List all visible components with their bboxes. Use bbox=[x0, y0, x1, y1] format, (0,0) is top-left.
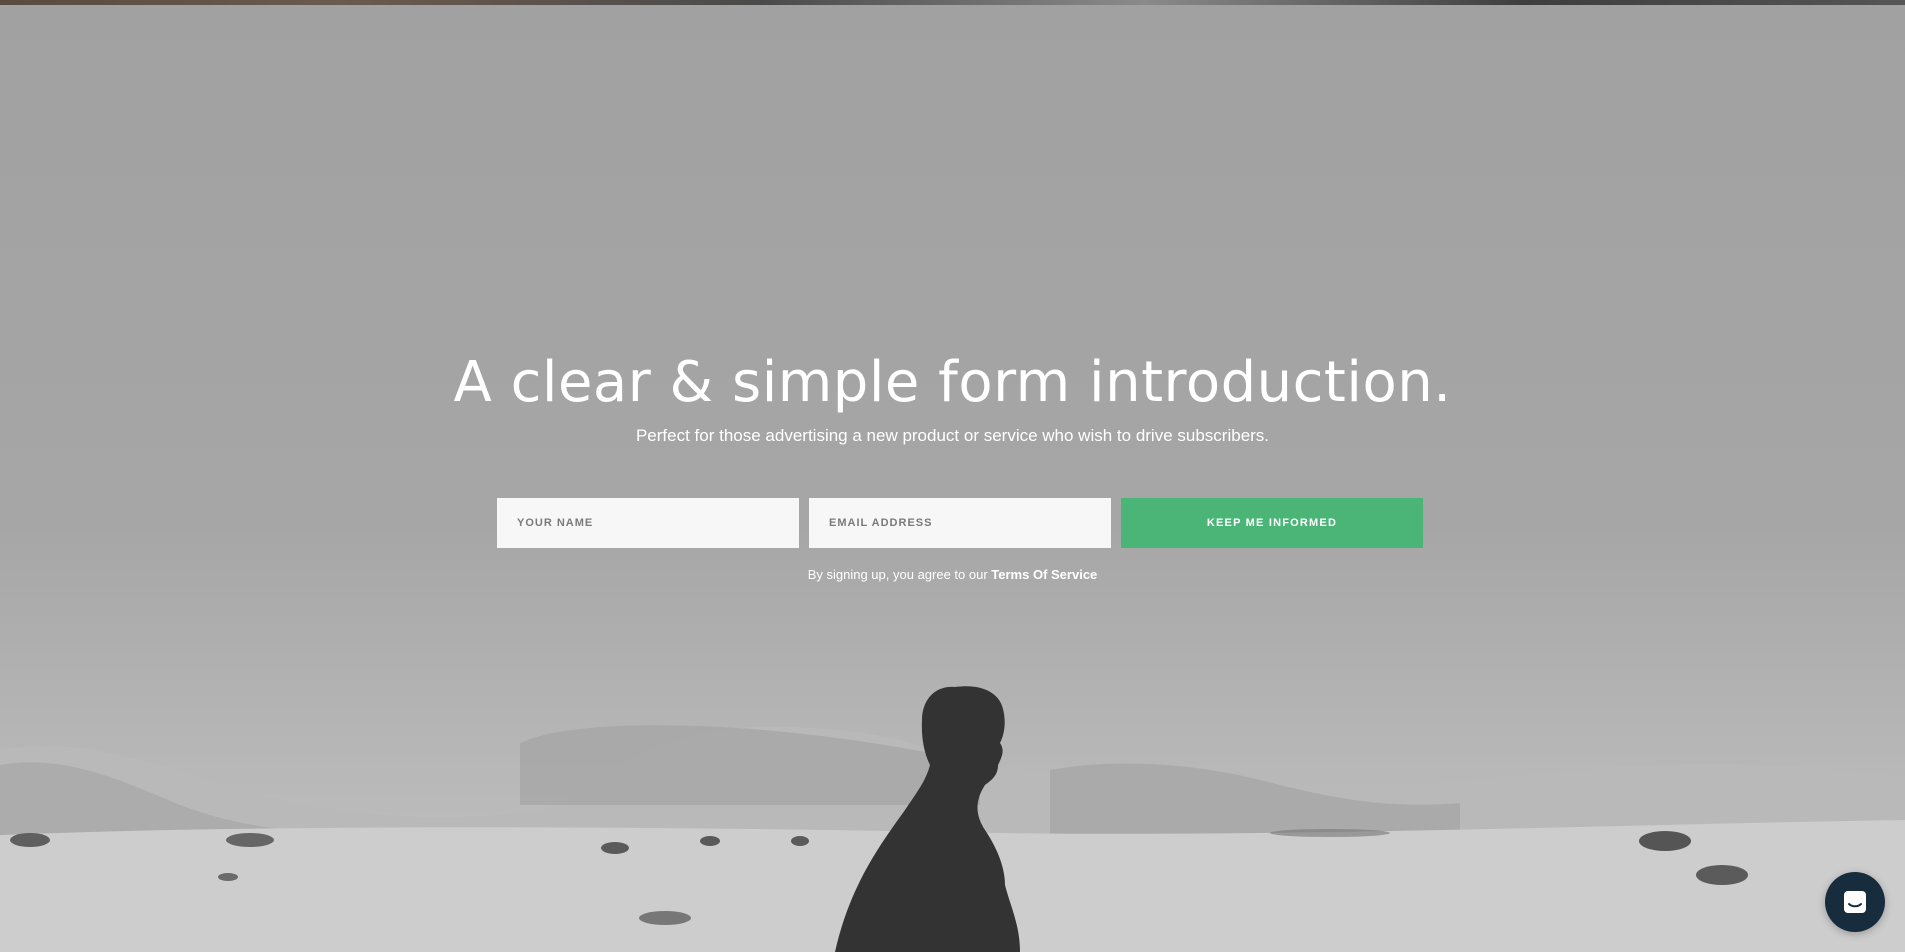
email-field-wrapper bbox=[809, 498, 1111, 548]
name-input[interactable] bbox=[517, 517, 779, 529]
terms-note: By signing up, you agree to our Terms Of… bbox=[0, 566, 1905, 584]
page-title: A clear & simple form introduction. bbox=[453, 350, 1452, 415]
chat-launcher-button[interactable] bbox=[1825, 872, 1885, 932]
signup-form: KEEP ME INFORMED bbox=[497, 498, 1423, 548]
terms-of-service-link[interactable]: Terms Of Service bbox=[991, 567, 1097, 582]
chat-icon bbox=[1844, 891, 1866, 913]
previous-section-strip bbox=[0, 0, 1905, 5]
hero-subtitle: Perfect for those advertising a new prod… bbox=[635, 426, 1270, 445]
terms-prefix: By signing up, you agree to our bbox=[807, 567, 988, 582]
name-field-wrapper bbox=[497, 498, 799, 548]
keep-me-informed-button[interactable]: KEEP ME INFORMED bbox=[1121, 498, 1423, 548]
signup-hero: A clear & simple form introduction. Perf… bbox=[0, 0, 1905, 952]
email-input[interactable] bbox=[829, 517, 1091, 529]
